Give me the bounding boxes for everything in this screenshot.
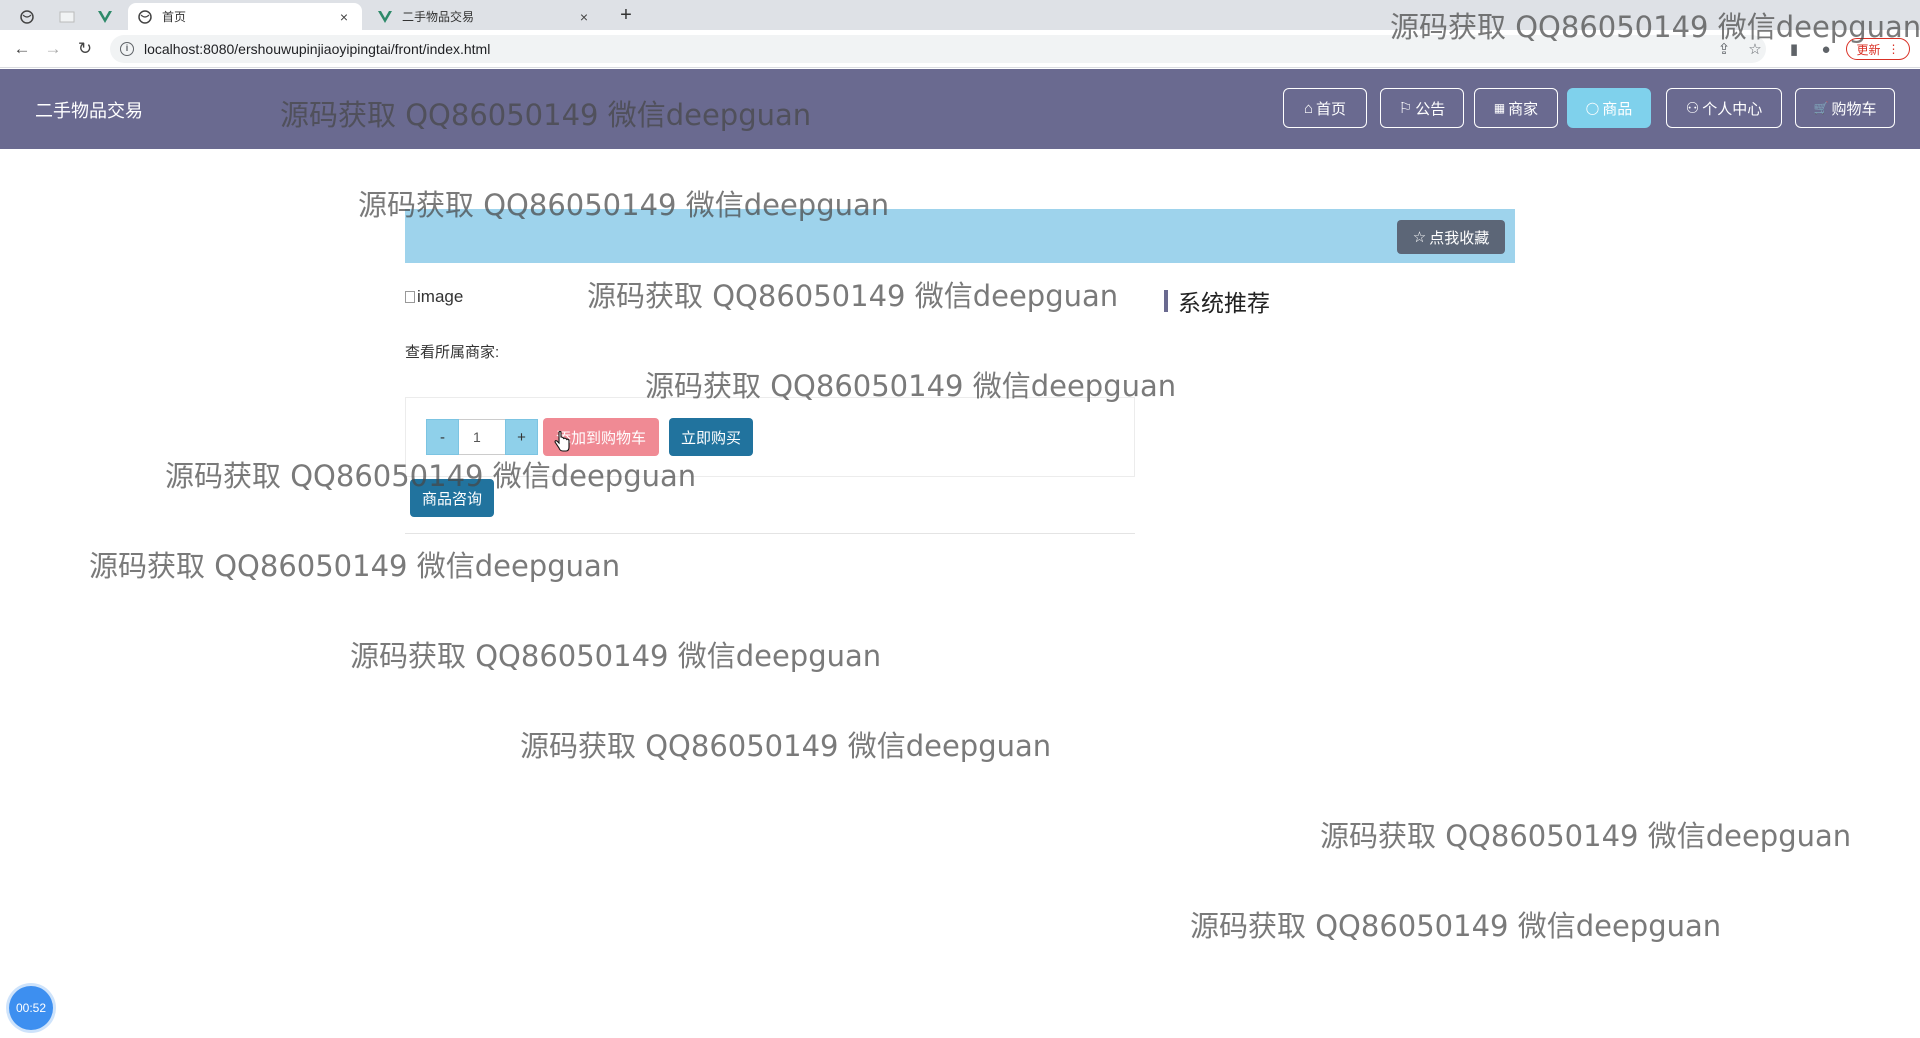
tab-secondhand-trade[interactable]: 二手物品交易 × [368,3,602,30]
nav-user-center[interactable]: ⚇ 个人中心 [1666,88,1782,128]
vue-icon [378,10,392,24]
view-merchant-link[interactable]: 查看所属商家: [405,341,499,362]
url-text[interactable]: localhost:8080/ershouwupinjiaoyipingtai/… [144,41,490,57]
nav-cart[interactable]: 🛒 购物车 [1795,88,1895,128]
quantity-increase-button[interactable]: + [505,419,538,455]
nav-label: 购物车 [1831,100,1877,118]
back-arrow-icon[interactable]: ← [10,37,34,61]
side-panel-icon[interactable]: ▮ [1783,37,1805,61]
nav-label: 公告 [1415,100,1446,118]
product-consult-button[interactable]: 商品咨询 [410,479,494,517]
nav-label: 首页 [1316,100,1347,118]
nav-label: 个人中心 [1702,100,1763,118]
pinned-tab-globe-icon[interactable] [14,4,40,30]
recording-timer[interactable]: 00:52 [9,986,53,1030]
product-title-bar [405,209,1515,263]
watermark-text: 源码获取 QQ86050149 微信deepguan [350,639,882,673]
recommend-title: 系统推荐 [1178,290,1270,316]
favorite-button[interactable]: ☆ 点我收藏 [1397,220,1505,254]
globe-icon [138,9,152,24]
watermark-text: 源码获取 QQ86050149 微信deepguan [587,279,1119,313]
recommend-heading: 系统推荐 [1164,284,1270,318]
nav-merchant[interactable]: ▦ 商家 [1474,88,1558,128]
product-icon: ◯ [1585,101,1600,115]
pinned-tab-vue-icon[interactable] [92,4,118,30]
site-info-icon[interactable]: i [120,42,134,56]
nav-label: 商品 [1602,100,1633,118]
site-header: 二手物品交易 ⌂ 首页 ⚐ 公告 ▦ 商家 ◯ 商品 ⚇ 个人中心 🛒 购物车 [0,69,1920,149]
quantity-input[interactable]: 1 [459,419,505,455]
quantity-stepper: - 1 + [426,419,538,455]
bookmark-star-icon[interactable]: ☆ [1744,37,1766,61]
tab-title: 首页 [162,10,187,24]
section-divider [405,533,1135,534]
browser-tab-strip: 首页 × 二手物品交易 × + [0,0,1920,30]
store-icon: ▦ [1493,101,1506,115]
buy-now-button[interactable]: 立即购买 [669,418,753,456]
more-menu-icon: ⋮ [1887,42,1900,56]
nav-product[interactable]: ◯ 商品 [1567,88,1651,128]
new-tab-button[interactable]: + [614,4,638,28]
cart-icon: 🛒 [1813,101,1829,115]
close-icon[interactable]: × [576,9,592,25]
forward-arrow-icon[interactable]: → [41,37,65,61]
star-icon: ☆ [1412,229,1427,246]
product-image: image [405,287,463,307]
browser-toolbar: ← → ↻ i localhost:8080/ershouwupinjiaoyi… [0,30,1920,68]
site-brand[interactable]: 二手物品交易 [35,97,143,123]
watermark-text: 源码获取 QQ86050149 微信deepguan [89,549,621,583]
favorite-label: 点我收藏 [1429,229,1490,247]
tab-title: 二手物品交易 [402,10,475,24]
watermark-text: 源码获取 QQ86050149 微信deepguan [1190,909,1722,943]
hand-cursor-icon [554,431,570,452]
close-icon[interactable]: × [336,9,352,25]
address-bar[interactable]: i localhost:8080/ershouwupinjiaoyipingta… [110,35,1766,63]
user-icon: ⚇ [1685,100,1700,117]
heading-accent-bar [1164,290,1168,312]
home-icon: ⌂ [1303,99,1314,117]
broken-image-icon [405,291,415,303]
reload-icon[interactable]: ↻ [73,37,97,61]
share-icon[interactable]: ⇪ [1713,37,1735,61]
watermark-text: 源码获取 QQ86050149 微信deepguan [1320,819,1852,853]
nav-home[interactable]: ⌂ 首页 [1283,88,1367,128]
flag-icon: ⚐ [1398,100,1413,117]
update-label: 更新 [1856,42,1881,57]
tab-home[interactable]: 首页 × [128,3,362,30]
update-button[interactable]: 更新 ⋮ [1846,38,1910,60]
image-alt-text: image [417,287,464,306]
pinned-tab-folder-icon[interactable] [54,4,80,30]
profile-avatar-icon[interactable]: ● [1815,37,1837,61]
nav-label: 商家 [1508,100,1539,118]
quantity-decrease-button[interactable]: - [426,419,459,455]
nav-announcement[interactable]: ⚐ 公告 [1380,88,1464,128]
watermark-text: 源码获取 QQ86050149 微信deepguan [520,729,1052,763]
